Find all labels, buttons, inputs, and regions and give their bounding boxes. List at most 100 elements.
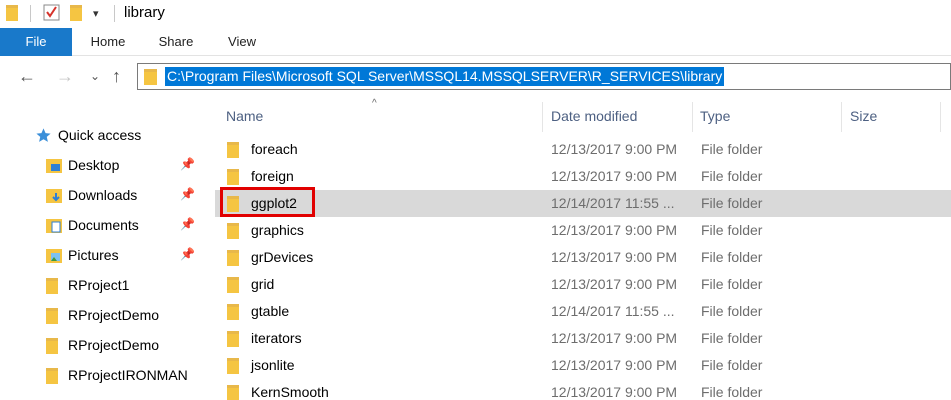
title-bar: ▾ library: [0, 0, 951, 28]
folder-icon: [227, 250, 239, 269]
folder-icon: [227, 142, 239, 161]
file-row-foreach[interactable]: foreach 12/13/2017 9:00 PM File folder: [215, 136, 951, 163]
file-row-grdevices[interactable]: grDevices 12/13/2017 9:00 PM File folder: [215, 244, 951, 271]
sidebar-item-documents[interactable]: Documents 📌: [0, 211, 200, 241]
file-list: foreach 12/13/2017 9:00 PM File folder f…: [200, 134, 951, 400]
folder-icon: [227, 358, 239, 377]
pin-icon[interactable]: 📌: [180, 247, 195, 261]
column-divider[interactable]: [692, 102, 693, 132]
file-name: jsonlite: [251, 357, 295, 373]
folder-icon: [46, 338, 58, 357]
sidebar-item-pictures[interactable]: Pictures 📌: [0, 241, 200, 271]
file-date: 12/13/2017 9:00 PM: [551, 384, 678, 400]
folder-icon: [46, 308, 58, 327]
window-title: library: [124, 4, 165, 21]
file-type: File folder: [701, 330, 763, 346]
file-name: iterators: [251, 330, 302, 346]
up-arrow-icon[interactable]: ↑: [112, 66, 121, 87]
sidebar-item-label: RProjectDemo: [68, 307, 160, 323]
address-path[interactable]: C:\Program Files\Microsoft SQL Server\MS…: [165, 67, 725, 86]
sidebar-item-rprojectironman[interactable]: RProjectIRONMAN: [0, 361, 200, 391]
folder-icon: [227, 277, 239, 296]
file-row-gtable[interactable]: gtable 12/14/2017 11:55 ... File folder: [215, 298, 951, 325]
file-type: File folder: [701, 384, 763, 400]
folder-icon: [227, 169, 239, 188]
column-header-size[interactable]: Size: [850, 108, 877, 124]
sidebar-item-quick-access[interactable]: Quick access: [0, 121, 200, 151]
file-date: 12/13/2017 9:00 PM: [551, 222, 678, 238]
address-bar[interactable]: C:\Program Files\Microsoft SQL Server\MS…: [137, 63, 951, 90]
file-row-iterators[interactable]: iterators 12/13/2017 9:00 PM File folder: [215, 325, 951, 352]
sidebar-item-label: RProjectIRONMAN: [68, 367, 188, 383]
star-icon: [35, 127, 52, 147]
folder-icon: [46, 278, 58, 297]
column-header-date[interactable]: Date modified: [551, 108, 637, 124]
file-name: gtable: [251, 303, 290, 319]
column-divider[interactable]: [940, 102, 941, 132]
back-arrow-icon[interactable]: ←: [18, 66, 36, 87]
file-date: 12/13/2017 9:00 PM: [551, 357, 678, 373]
file-type: File folder: [701, 249, 763, 265]
downloads-folder-icon: [46, 188, 62, 207]
file-date: 12/13/2017 9:00 PM: [551, 141, 678, 157]
sidebar-item-rproject1[interactable]: RProject1: [0, 271, 200, 301]
recent-locations-chevron-icon[interactable]: ⌄: [90, 69, 100, 83]
file-name: grid: [251, 276, 275, 292]
sidebar-item-downloads[interactable]: Downloads 📌: [0, 181, 200, 211]
folder-icon: [227, 331, 239, 350]
column-headers: Name Date modified Type Size: [200, 98, 951, 134]
file-row-ggplot2[interactable]: ggplot2 12/14/2017 11:55 ... File folder: [215, 190, 951, 217]
file-type: File folder: [701, 168, 763, 184]
file-type: File folder: [701, 222, 763, 238]
new-folder-icon[interactable]: [70, 5, 82, 21]
file-name: foreign: [251, 168, 294, 184]
file-date: 12/13/2017 9:00 PM: [551, 276, 678, 292]
sidebar-item-label: Pictures: [68, 247, 119, 263]
column-header-name[interactable]: Name: [226, 108, 263, 124]
file-date: 12/14/2017 11:55 ...: [551, 303, 675, 319]
file-row-jsonlite[interactable]: jsonlite 12/13/2017 9:00 PM File folder: [215, 352, 951, 379]
file-row-foreign[interactable]: foreign 12/13/2017 9:00 PM File folder: [215, 163, 951, 190]
pin-icon[interactable]: 📌: [180, 157, 195, 171]
pin-icon[interactable]: 📌: [180, 187, 195, 201]
sidebar-item-rprojectdemo[interactable]: RProjectDemo: [0, 301, 200, 331]
divider: [114, 5, 115, 22]
tab-view[interactable]: View: [216, 28, 268, 56]
file-type: File folder: [701, 276, 763, 292]
navigation-pane: Quick access Desktop 📌 Downloads 📌 Docum…: [0, 98, 200, 400]
folder-icon: [6, 5, 18, 21]
sidebar-item-label: RProjectDemo: [68, 337, 160, 353]
tab-share[interactable]: Share: [148, 28, 204, 56]
sidebar-item-desktop[interactable]: Desktop 📌: [0, 151, 200, 181]
desktop-folder-icon: [46, 158, 62, 177]
column-header-type[interactable]: Type: [700, 108, 730, 124]
column-divider[interactable]: [542, 102, 543, 132]
file-date: 12/13/2017 9:00 PM: [551, 168, 678, 184]
file-date: 12/13/2017 9:00 PM: [551, 330, 678, 346]
file-type: File folder: [701, 357, 763, 373]
folder-icon: [46, 368, 58, 387]
navigation-bar: ← → ⌄ ↑ C:\Program Files\Microsoft SQL S…: [0, 56, 951, 98]
customize-toolbar-icon[interactable]: ▾: [93, 7, 99, 20]
file-row-grid[interactable]: grid 12/13/2017 9:00 PM File folder: [215, 271, 951, 298]
column-divider[interactable]: [841, 102, 842, 132]
highlight-annotation: [220, 187, 315, 217]
pin-icon[interactable]: 📌: [180, 217, 195, 231]
sidebar-item-label: Quick access: [58, 127, 142, 143]
file-type: File folder: [701, 303, 763, 319]
tab-home[interactable]: Home: [80, 28, 136, 56]
file-date: 12/14/2017 11:55 ...: [551, 195, 675, 211]
ribbon-tabs: File Home Share View: [0, 28, 951, 56]
forward-arrow-icon[interactable]: →: [56, 66, 74, 87]
sidebar-item-label: Documents: [68, 217, 139, 233]
sidebar-item-label: Desktop: [68, 157, 120, 173]
tab-file[interactable]: File: [0, 28, 72, 56]
file-name: graphics: [251, 222, 304, 238]
file-date: 12/13/2017 9:00 PM: [551, 249, 678, 265]
file-row-kernsmooth[interactable]: KernSmooth 12/13/2017 9:00 PM File folde…: [215, 379, 951, 400]
file-row-graphics[interactable]: graphics 12/13/2017 9:00 PM File folder: [215, 217, 951, 244]
sidebar-item-label: RProject1: [68, 277, 130, 293]
documents-folder-icon: [46, 218, 62, 237]
sidebar-item-rprojectdemo-2[interactable]: RProjectDemo: [0, 331, 200, 361]
properties-check-icon[interactable]: [43, 4, 60, 21]
